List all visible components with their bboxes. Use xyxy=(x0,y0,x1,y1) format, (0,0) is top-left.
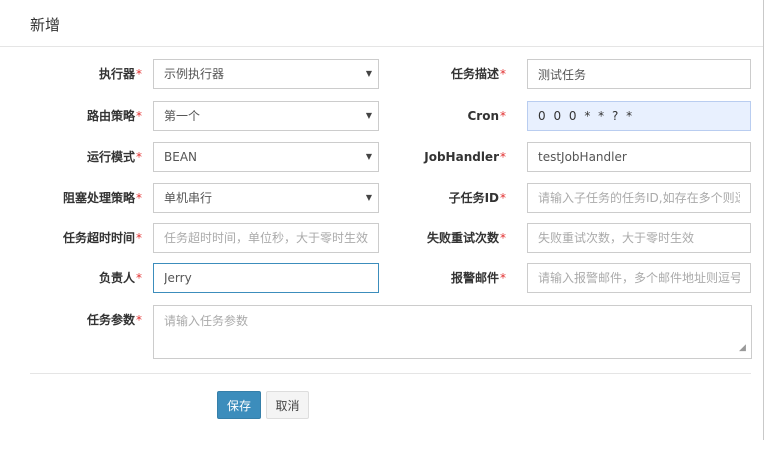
job-desc-input[interactable] xyxy=(527,59,751,89)
cron-label: Cron* xyxy=(467,109,506,123)
timeout-label: 任务超时时间* xyxy=(62,231,142,245)
handler-label: JobHandler* xyxy=(424,150,506,164)
window-edge xyxy=(763,0,771,452)
alarm-email-label: 报警邮件* xyxy=(450,271,506,285)
caret-down-icon: ▼ xyxy=(365,69,372,78)
caret-down-icon: ▼ xyxy=(365,111,372,120)
resize-grip-icon[interactable]: ◢ xyxy=(739,343,746,353)
desc-label: 任务描述* xyxy=(450,67,506,81)
timeout-input[interactable] xyxy=(153,223,379,253)
save-button[interactable]: 保存 xyxy=(217,391,261,419)
footer-divider xyxy=(30,373,751,374)
job-handler-input[interactable] xyxy=(527,142,751,172)
executor-label: 执行器* xyxy=(98,67,142,81)
executor-select[interactable]: 示例执行器 ▼ xyxy=(153,59,379,89)
caret-down-icon: ▼ xyxy=(365,152,372,161)
author-label: 负责人* xyxy=(98,271,142,285)
child-job-label: 子任务ID* xyxy=(448,191,506,205)
retry-label: 失败重试次数* xyxy=(426,231,506,245)
route-strategy-select[interactable]: 第一个 ▼ xyxy=(153,101,379,131)
title-divider xyxy=(0,46,763,47)
mode-label: 运行模式* xyxy=(86,150,142,164)
param-textarea[interactable] xyxy=(153,305,752,359)
author-input[interactable] xyxy=(153,263,379,293)
edge-divider xyxy=(763,0,764,440)
route-label: 路由策略* xyxy=(86,109,142,123)
retry-count-input[interactable] xyxy=(527,223,751,253)
alarm-email-input[interactable] xyxy=(527,263,751,293)
caret-down-icon: ▼ xyxy=(365,193,372,202)
block-strategy-label: 阻塞处理策略* xyxy=(62,191,142,205)
cancel-button[interactable]: 取消 xyxy=(266,391,309,419)
param-label: 任务参数* xyxy=(86,313,142,327)
child-job-id-input[interactable] xyxy=(527,183,751,213)
dialog-title: 新增 xyxy=(30,16,61,34)
add-job-dialog: 新增 执行器* 示例执行器 ▼ 路由策略* 第一个 ▼ 运行模式* BEAN ▼ 阻塞… xyxy=(0,0,763,452)
run-mode-select[interactable]: BEAN ▼ xyxy=(153,142,379,172)
cron-input[interactable] xyxy=(527,101,751,131)
block-strategy-select[interactable]: 单机串行 ▼ xyxy=(153,183,379,213)
